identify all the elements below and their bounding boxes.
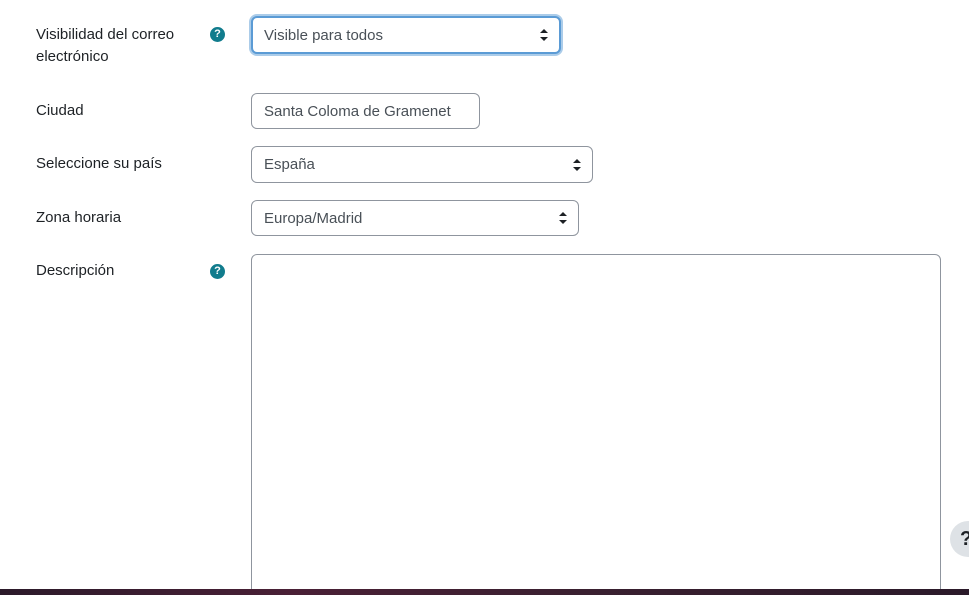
country-select[interactable]: España bbox=[251, 146, 593, 183]
profile-form: Visibilidad del correo electrónico ? Vis… bbox=[0, 0, 969, 595]
select-caret-icon bbox=[559, 212, 567, 224]
description-help-icon[interactable]: ? bbox=[210, 264, 225, 279]
email-visibility-label: Visibilidad del correo electrónico bbox=[36, 26, 175, 65]
city-input[interactable]: Santa Coloma de Gramenet bbox=[251, 93, 480, 129]
country-label: Seleccione su país bbox=[36, 155, 162, 172]
timezone-value: Europa/Madrid bbox=[264, 209, 363, 227]
email-visibility-value: Visible para todos bbox=[264, 26, 383, 44]
bottom-bar bbox=[0, 589, 969, 595]
description-label: Descripción bbox=[36, 262, 115, 279]
select-caret-icon bbox=[573, 158, 581, 171]
city-label: Ciudad bbox=[36, 102, 84, 119]
select-caret-icon bbox=[540, 29, 548, 41]
timezone-select[interactable]: Europa/Madrid bbox=[251, 200, 579, 236]
description-textarea[interactable] bbox=[251, 254, 941, 595]
floating-help-button[interactable]: ? bbox=[950, 521, 969, 557]
email-visibility-help-icon[interactable]: ? bbox=[210, 27, 225, 42]
email-visibility-select[interactable]: Visible para todos bbox=[251, 16, 561, 54]
city-value: Santa Coloma de Gramenet bbox=[264, 102, 451, 120]
timezone-label: Zona horaria bbox=[36, 209, 122, 226]
country-value: España bbox=[264, 156, 315, 173]
